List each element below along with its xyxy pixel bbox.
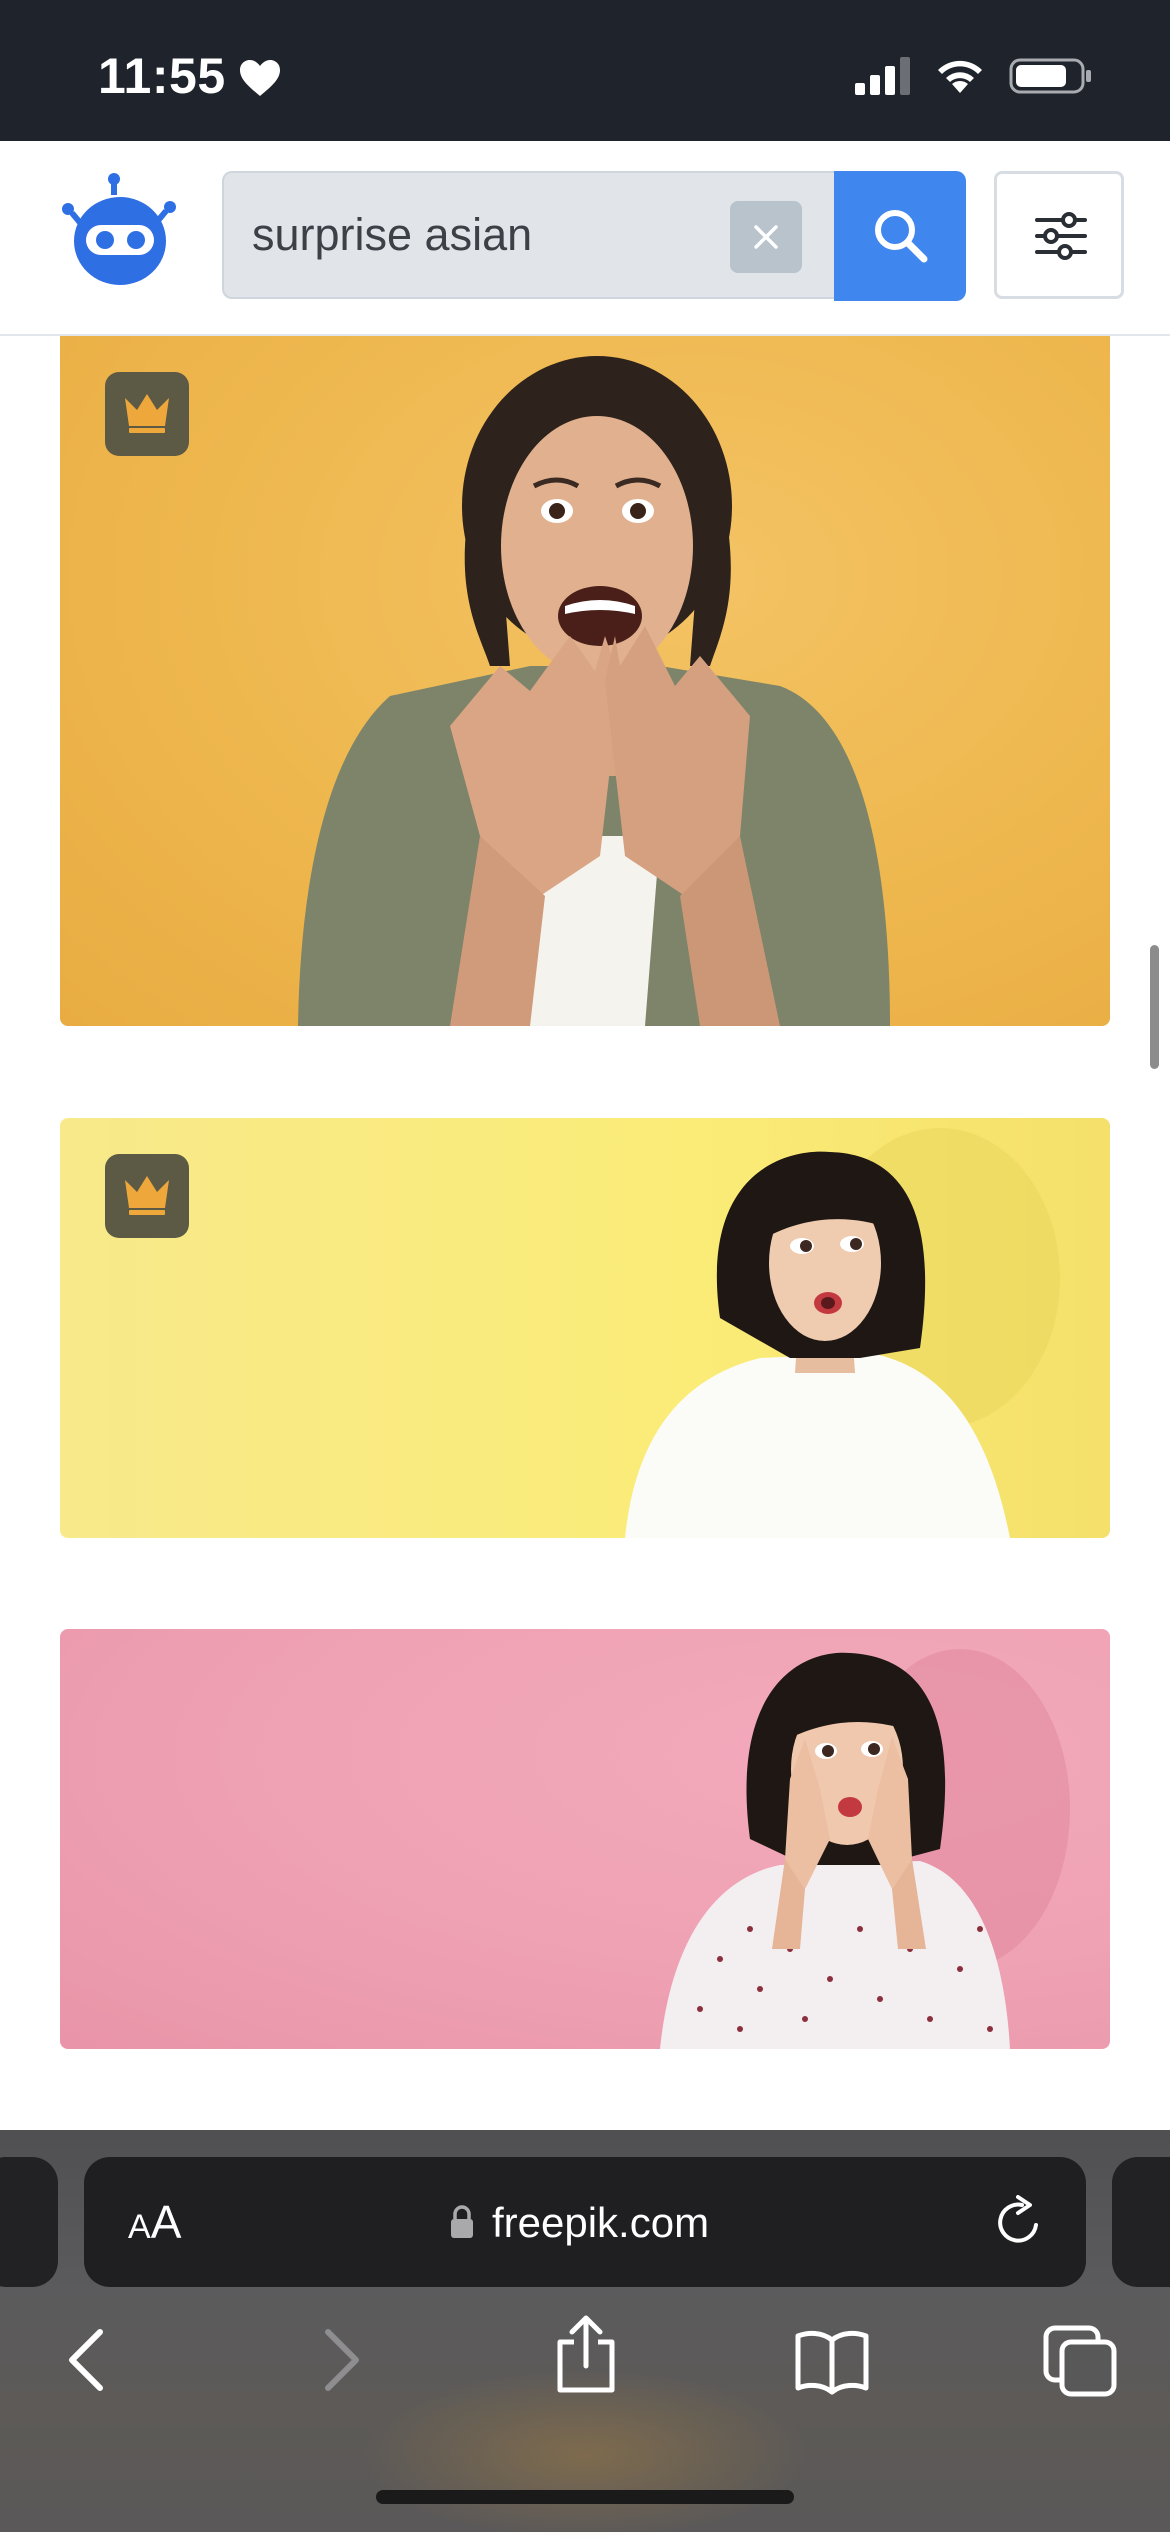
address-bar[interactable]: AA freepik.com [84, 2157, 1086, 2287]
share-icon[interactable] [546, 2314, 626, 2394]
tabs-icon[interactable] [1040, 2320, 1120, 2400]
close-icon [754, 225, 778, 249]
book-icon[interactable] [792, 2320, 872, 2400]
surprised-woman-yellow-photo [298, 356, 890, 1026]
sliders-icon [1035, 212, 1087, 260]
filter-button[interactable] [994, 171, 1124, 299]
result-image-card[interactable] [60, 336, 1110, 1026]
text-size-small-label: A [128, 2208, 151, 2246]
scrollbar-thumb[interactable] [1150, 945, 1159, 1069]
cellular-signal-icon [855, 57, 910, 95]
next-tab-peek[interactable] [1112, 2157, 1170, 2287]
freepik-robot-logo[interactable] [58, 169, 182, 293]
clear-search-button[interactable] [730, 201, 802, 273]
lock-icon [451, 2205, 473, 2238]
chevron-left-icon[interactable] [48, 2320, 128, 2400]
chevron-right-icon[interactable] [300, 2320, 380, 2400]
previous-tab-peek[interactable] [0, 2157, 58, 2287]
status-time: 11:55 [98, 48, 226, 104]
result-image-card[interactable] [60, 1118, 1110, 1538]
search-input[interactable] [252, 173, 722, 297]
crown-icon [125, 1176, 169, 1215]
text-size-large-label: A [150, 2196, 182, 2248]
battery-icon [1009, 58, 1091, 94]
wifi-icon [938, 60, 982, 93]
premium-badge [105, 1154, 189, 1238]
home-indicator[interactable] [376, 2490, 794, 2504]
search-icon [875, 210, 928, 263]
text-size-button[interactable]: AA [128, 2195, 181, 2251]
surprised-woman-yellow-banner-photo [625, 1128, 1060, 1538]
search-button[interactable] [834, 171, 966, 301]
search-box [222, 171, 836, 299]
crown-icon [125, 394, 169, 433]
site-header [0, 141, 1170, 336]
reload-icon[interactable] [992, 2195, 1048, 2251]
result-image-card[interactable] [60, 1629, 1110, 2049]
url-text: freepik.com [492, 2199, 710, 2246]
heart-icon [240, 60, 280, 96]
surprised-woman-pink-photo [660, 1649, 1070, 2049]
premium-badge [105, 372, 189, 456]
status-bar: 11:55 [0, 0, 1170, 141]
